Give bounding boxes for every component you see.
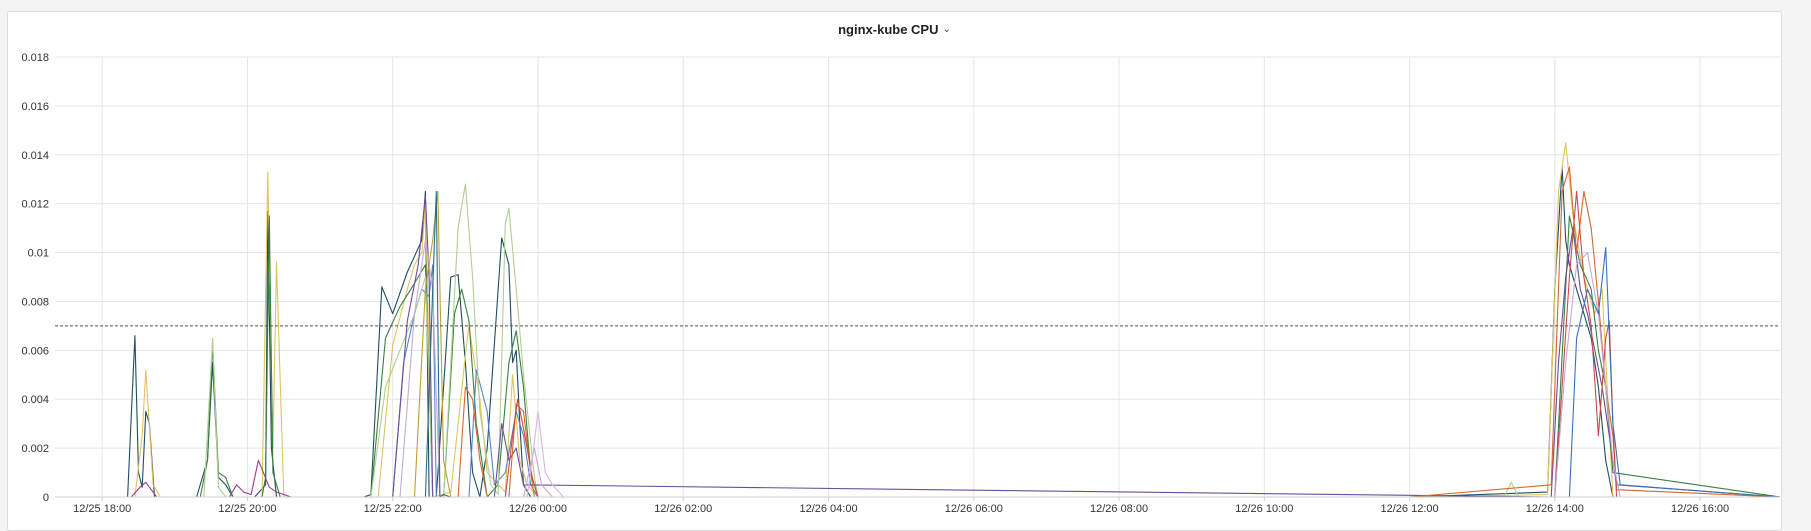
- x-tick-label: 12/25 18:00: [73, 503, 131, 515]
- series-line: [55, 142, 1780, 498]
- series-line: [55, 247, 1781, 498]
- series-line: [55, 183, 1780, 498]
- series-line: [55, 239, 1780, 498]
- series-line: [55, 195, 1781, 498]
- y-tick-label: 0.004: [21, 394, 49, 406]
- series-line: [55, 190, 1780, 498]
- y-tick-label: 0.006: [21, 345, 49, 357]
- x-tick-label: 12/26 00:00: [509, 503, 567, 515]
- y-tick-label: 0.016: [21, 101, 49, 113]
- y-tick-label: 0.014: [21, 150, 49, 162]
- y-tick-label: 0.01: [28, 248, 49, 260]
- series-line: [55, 215, 1781, 498]
- series-layer: [55, 142, 1781, 498]
- series-line: [55, 459, 1780, 498]
- series-line: [55, 264, 1780, 498]
- x-tick-label: 12/26 06:00: [945, 503, 1003, 515]
- x-tick-label: 12/26 08:00: [1090, 503, 1148, 515]
- x-tick-label: 12/26 02:00: [654, 503, 712, 515]
- y-tick-label: 0.012: [21, 199, 49, 211]
- cpu-line-chart: 0 0.002 0.004 0.006 0.008 0.01 0.012 0.014 0.016…: [21, 52, 1781, 515]
- series-line: [55, 166, 1781, 498]
- x-tick-label: 12/26 12:00: [1381, 503, 1439, 515]
- x-tick-label: 12/25 22:00: [364, 503, 422, 515]
- x-tick-label: 12/25 20:00: [218, 503, 276, 515]
- series-line: [55, 190, 1780, 498]
- y-tick-label: 0: [43, 492, 49, 504]
- x-tick-label: 12/26 04:00: [799, 503, 857, 515]
- y-tick-label: 0.002: [21, 443, 49, 455]
- y-tick-label: 0.018: [21, 52, 49, 64]
- y-tick-label: 0.008: [21, 296, 49, 308]
- series-line: [55, 166, 1780, 498]
- grid-layer: [55, 56, 1780, 498]
- x-tick-label: 12/26 14:00: [1526, 503, 1584, 515]
- x-tick-label: 12/26 16:00: [1671, 503, 1729, 515]
- series-line: [55, 410, 1780, 498]
- axis-layer: 0 0.002 0.004 0.006 0.008 0.01 0.012 0.014 0.016…: [21, 52, 1780, 515]
- x-tick-label: 12/26 10:00: [1235, 503, 1293, 515]
- series-line: [55, 190, 1780, 498]
